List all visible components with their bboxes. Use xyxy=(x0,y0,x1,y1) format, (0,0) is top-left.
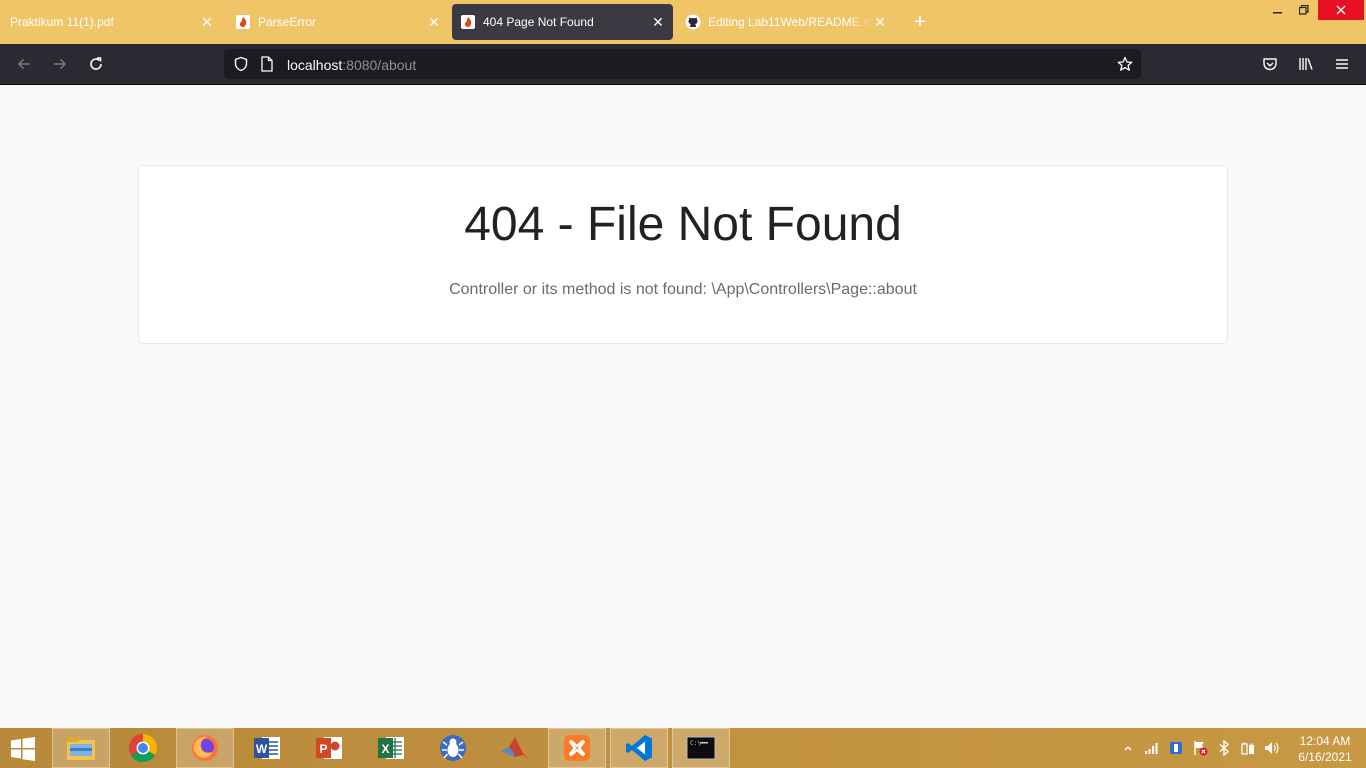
restore-icon[interactable] xyxy=(1291,0,1317,20)
github-icon xyxy=(685,14,701,30)
tray-app-icon[interactable] xyxy=(1168,740,1184,756)
bug-app-icon[interactable] xyxy=(424,728,482,768)
tab-404-page-not-found[interactable]: 404 Page Not Found ✕ xyxy=(452,4,673,40)
svg-text:C:\: C:\ xyxy=(690,740,701,747)
tab-title: Editing Lab11Web/README.md xyxy=(708,15,873,29)
close-tab-icon[interactable]: ✕ xyxy=(427,14,441,30)
back-arrow-icon[interactable] xyxy=(12,52,36,76)
svg-text:P: P xyxy=(319,742,327,756)
file-explorer-icon[interactable] xyxy=(52,728,110,768)
bluetooth-icon[interactable] xyxy=(1216,740,1232,756)
clock-date: 6/16/2021 xyxy=(1298,750,1352,764)
svg-text:X: X xyxy=(381,742,389,756)
action-center-flag-icon[interactable] xyxy=(1192,740,1208,756)
page-info-icon[interactable] xyxy=(260,56,274,77)
navigation-toolbar: localhost:8080/about xyxy=(0,44,1366,85)
error-heading: 404 - File Not Found xyxy=(464,198,902,251)
tab-parseerror[interactable]: ParseError ✕ xyxy=(227,4,449,40)
tab-title: 404 Page Not Found xyxy=(483,15,594,29)
microsoft-word-icon[interactable]: W xyxy=(238,728,296,768)
matlab-icon[interactable] xyxy=(486,728,544,768)
new-tab-plus-icon[interactable]: + xyxy=(910,12,930,32)
visual-studio-code-icon[interactable] xyxy=(610,728,668,768)
pocket-icon[interactable] xyxy=(1258,52,1282,76)
reload-icon[interactable] xyxy=(84,52,108,76)
signal-strength-icon[interactable] xyxy=(1144,740,1160,756)
tracking-protection-shield-icon[interactable] xyxy=(233,56,249,77)
url-bar[interactable]: localhost:8080/about xyxy=(224,49,1141,79)
bookmark-star-icon[interactable] xyxy=(1117,56,1133,77)
url-path: :8080/about xyxy=(342,57,417,73)
svg-text:W: W xyxy=(256,742,268,756)
power-battery-icon[interactable] xyxy=(1240,740,1256,756)
microsoft-excel-icon[interactable]: X xyxy=(362,728,420,768)
tab-editing-readme[interactable]: Editing Lab11Web/README.md ✕ xyxy=(677,4,895,40)
tab-title: ParseError xyxy=(258,15,317,29)
minimize-icon[interactable] xyxy=(1265,0,1291,20)
hamburger-menu-icon[interactable] xyxy=(1330,52,1354,76)
window-close-icon[interactable] xyxy=(1318,0,1364,20)
error-message: Controller or its method is not found: \… xyxy=(449,281,917,298)
firefox-icon[interactable] xyxy=(176,728,234,768)
volume-speaker-icon[interactable] xyxy=(1264,740,1280,756)
xampp-icon[interactable] xyxy=(548,728,606,768)
show-hidden-icons-chevron-icon[interactable] xyxy=(1120,740,1136,756)
codeigniter-flame-icon xyxy=(235,14,251,30)
codeigniter-flame-icon xyxy=(460,14,476,30)
url-host: localhost xyxy=(287,57,343,73)
close-tab-icon[interactable]: ✕ xyxy=(651,14,665,30)
close-tab-icon[interactable]: ✕ xyxy=(873,14,887,30)
page-content: 404 - File Not Found Controller or its m… xyxy=(0,85,1366,728)
command-prompt-icon[interactable]: C:\ xyxy=(672,728,730,768)
clock-time: 12:04 AM xyxy=(1299,734,1351,748)
forward-arrow-icon[interactable] xyxy=(48,52,72,76)
tab-strip: Praktikum 11(1).pdf ✕ ParseError ✕ 404 P… xyxy=(0,0,1366,44)
close-tab-icon[interactable]: ✕ xyxy=(200,14,214,30)
error-card: 404 - File Not Found Controller or its m… xyxy=(138,165,1228,344)
microsoft-powerpoint-icon[interactable]: P xyxy=(300,728,358,768)
tab-title: Praktikum 11(1).pdf xyxy=(10,15,114,29)
tab-praktikum-pdf[interactable]: Praktikum 11(1).pdf ✕ xyxy=(0,4,222,40)
library-icon[interactable] xyxy=(1294,52,1318,76)
system-clock[interactable]: 12:04 AM 6/16/2021 xyxy=(1290,733,1360,765)
url-text[interactable]: localhost:8080/about xyxy=(287,57,416,73)
google-chrome-icon[interactable] xyxy=(114,728,172,768)
windows-taskbar: W P X C:\ 12:04 AM 6/16/2021 xyxy=(0,728,1366,768)
windows-start-icon[interactable] xyxy=(8,736,42,761)
